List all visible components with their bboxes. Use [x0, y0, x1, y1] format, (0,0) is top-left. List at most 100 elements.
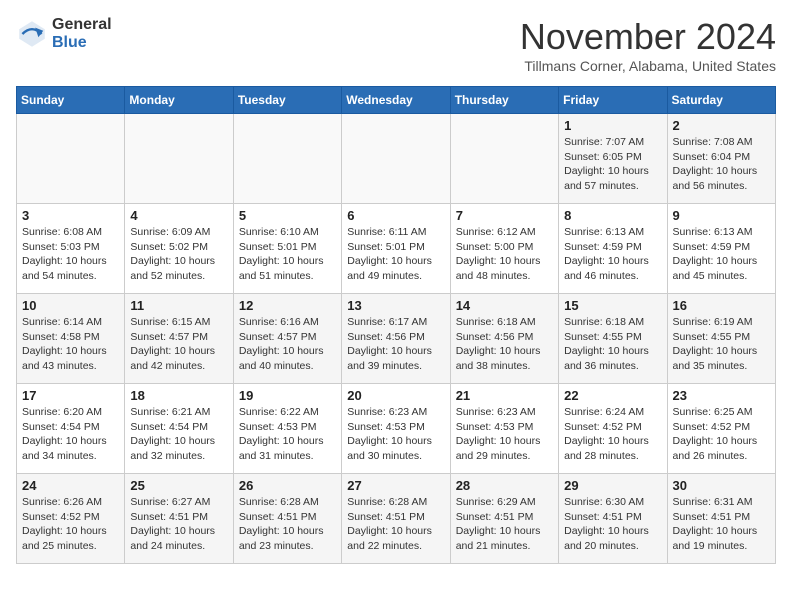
day-number: 4 — [130, 208, 227, 223]
day-info: Sunrise: 6:16 AM Sunset: 4:57 PM Dayligh… — [239, 315, 336, 374]
calendar-week-row: 3Sunrise: 6:08 AM Sunset: 5:03 PM Daylig… — [17, 204, 776, 294]
calendar-cell: 23 Sunrise: 6:25 AM Sunset: 4:52 PM Dayli… — [667, 384, 775, 474]
calendar-cell: 16Sunrise: 6:19 AM Sunset: 4:55 PM Dayli… — [667, 294, 775, 384]
logo-general: General — [52, 16, 112, 34]
day-number: 11 — [130, 298, 227, 313]
day-info: Sunrise: 6:17 AM Sunset: 4:56 PM Dayligh… — [347, 315, 444, 374]
day-number: 5 — [239, 208, 336, 223]
day-info: Sunrise: 6:24 AM Sunset: 4:52 PM Dayligh… — [564, 405, 661, 464]
day-info: Sunrise: 7:08 AM Sunset: 6:04 PM Dayligh… — [673, 135, 770, 194]
day-info: Sunrise: 6:18 AM Sunset: 4:56 PM Dayligh… — [456, 315, 553, 374]
day-number: 6 — [347, 208, 444, 223]
day-number: 25 — [130, 478, 227, 493]
calendar-cell: 2Sunrise: 7:08 AM Sunset: 6:04 PM Daylig… — [667, 114, 775, 204]
day-info: Sunrise: 6:21 AM Sunset: 4:54 PM Dayligh… — [130, 405, 227, 464]
day-info: Sunrise: 6:27 AM Sunset: 4:51 PM Dayligh… — [130, 495, 227, 554]
weekday-header: Tuesday — [233, 87, 341, 114]
day-number: 30 — [673, 478, 770, 493]
calendar-cell: 26Sunrise: 6:28 AM Sunset: 4:51 PM Dayli… — [233, 474, 341, 564]
logo-text: General Blue — [52, 16, 112, 51]
day-number: 15 — [564, 298, 661, 313]
day-info: Sunrise: 6:10 AM Sunset: 5:01 PM Dayligh… — [239, 225, 336, 284]
day-number: 13 — [347, 298, 444, 313]
day-number: 8 — [564, 208, 661, 223]
calendar-cell: 12 Sunrise: 6:16 AM Sunset: 4:57 PM Dayli… — [233, 294, 341, 384]
day-info: Sunrise: 6:26 AM Sunset: 4:52 PM Dayligh… — [22, 495, 119, 554]
day-number: 1 — [564, 118, 661, 133]
weekday-row: SundayMondayTuesdayWednesdayThursdayFrid… — [17, 87, 776, 114]
day-number: 29 — [564, 478, 661, 493]
calendar-cell — [125, 114, 233, 204]
calendar-cell: 18 Sunrise: 6:21 AM Sunset: 4:54 PM Dayli… — [125, 384, 233, 474]
day-info: Sunrise: 6:30 AM Sunset: 4:51 PM Dayligh… — [564, 495, 661, 554]
calendar-cell: 24 Sunrise: 6:26 AM Sunset: 4:52 PM Dayli… — [17, 474, 125, 564]
logo-icon — [16, 18, 48, 50]
calendar-cell: 14Sunrise: 6:18 AM Sunset: 4:56 PM Dayli… — [450, 294, 558, 384]
day-number: 22 — [564, 388, 661, 403]
calendar-cell: 13 Sunrise: 6:17 AM Sunset: 4:56 PM Dayli… — [342, 294, 450, 384]
calendar-cell: 28 Sunrise: 6:29 AM Sunset: 4:51 PM Dayli… — [450, 474, 558, 564]
day-info: Sunrise: 6:14 AM Sunset: 4:58 PM Dayligh… — [22, 315, 119, 374]
day-number: 21 — [456, 388, 553, 403]
calendar-cell: 9 Sunrise: 6:13 AM Sunset: 4:59 PM Daylig… — [667, 204, 775, 294]
logo-blue: Blue — [52, 34, 112, 52]
calendar-cell: 27Sunrise: 6:28 AM Sunset: 4:51 PM Dayli… — [342, 474, 450, 564]
calendar-cell — [233, 114, 341, 204]
day-number: 9 — [673, 208, 770, 223]
day-info: Sunrise: 6:18 AM Sunset: 4:55 PM Dayligh… — [564, 315, 661, 374]
calendar-cell: 29 Sunrise: 6:30 AM Sunset: 4:51 PM Dayli… — [559, 474, 667, 564]
calendar-cell: 15 Sunrise: 6:18 AM Sunset: 4:55 PM Dayli… — [559, 294, 667, 384]
day-number: 23 — [673, 388, 770, 403]
day-number: 17 — [22, 388, 119, 403]
day-number: 27 — [347, 478, 444, 493]
calendar-cell: 20Sunrise: 6:23 AM Sunset: 4:53 PM Dayli… — [342, 384, 450, 474]
day-info: Sunrise: 6:31 AM Sunset: 4:51 PM Dayligh… — [673, 495, 770, 554]
location: Tillmans Corner, Alabama, United States — [520, 58, 776, 74]
calendar-table: SundayMondayTuesdayWednesdayThursdayFrid… — [16, 86, 776, 564]
day-number: 28 — [456, 478, 553, 493]
day-info: Sunrise: 6:23 AM Sunset: 4:53 PM Dayligh… — [456, 405, 553, 464]
day-info: Sunrise: 6:22 AM Sunset: 4:53 PM Dayligh… — [239, 405, 336, 464]
calendar-week-row: 17Sunrise: 6:20 AM Sunset: 4:54 PM Dayli… — [17, 384, 776, 474]
day-info: Sunrise: 6:12 AM Sunset: 5:00 PM Dayligh… — [456, 225, 553, 284]
day-info: Sunrise: 6:15 AM Sunset: 4:57 PM Dayligh… — [130, 315, 227, 374]
calendar-cell: 7 Sunrise: 6:12 AM Sunset: 5:00 PM Daylig… — [450, 204, 558, 294]
calendar-cell: 30 Sunrise: 6:31 AM Sunset: 4:51 PM Dayli… — [667, 474, 775, 564]
calendar-cell: 22 Sunrise: 6:24 AM Sunset: 4:52 PM Dayli… — [559, 384, 667, 474]
day-info: Sunrise: 7:07 AM Sunset: 6:05 PM Dayligh… — [564, 135, 661, 194]
day-number: 18 — [130, 388, 227, 403]
day-number: 3 — [22, 208, 119, 223]
calendar-cell: 1 Sunrise: 7:07 AM Sunset: 6:05 PM Daylig… — [559, 114, 667, 204]
calendar-cell: 8Sunrise: 6:13 AM Sunset: 4:59 PM Daylig… — [559, 204, 667, 294]
weekday-header: Saturday — [667, 87, 775, 114]
weekday-header: Thursday — [450, 87, 558, 114]
calendar-cell: 17Sunrise: 6:20 AM Sunset: 4:54 PM Dayli… — [17, 384, 125, 474]
day-number: 10 — [22, 298, 119, 313]
weekday-header: Sunday — [17, 87, 125, 114]
calendar-body: 1 Sunrise: 7:07 AM Sunset: 6:05 PM Daylig… — [17, 114, 776, 564]
day-info: Sunrise: 6:13 AM Sunset: 4:59 PM Dayligh… — [673, 225, 770, 284]
day-info: Sunrise: 6:11 AM Sunset: 5:01 PM Dayligh… — [347, 225, 444, 284]
calendar-cell: 3Sunrise: 6:08 AM Sunset: 5:03 PM Daylig… — [17, 204, 125, 294]
weekday-header: Monday — [125, 87, 233, 114]
calendar-week-row: 1 Sunrise: 7:07 AM Sunset: 6:05 PM Daylig… — [17, 114, 776, 204]
calendar-cell — [450, 114, 558, 204]
day-number: 19 — [239, 388, 336, 403]
day-number: 24 — [22, 478, 119, 493]
day-number: 12 — [239, 298, 336, 313]
calendar-cell: 11 Sunrise: 6:15 AM Sunset: 4:57 PM Dayli… — [125, 294, 233, 384]
day-info: Sunrise: 6:25 AM Sunset: 4:52 PM Dayligh… — [673, 405, 770, 464]
calendar-week-row: 10 Sunrise: 6:14 AM Sunset: 4:58 PM Dayli… — [17, 294, 776, 384]
day-info: Sunrise: 6:09 AM Sunset: 5:02 PM Dayligh… — [130, 225, 227, 284]
weekday-header: Wednesday — [342, 87, 450, 114]
day-info: Sunrise: 6:23 AM Sunset: 4:53 PM Dayligh… — [347, 405, 444, 464]
calendar-cell: 21 Sunrise: 6:23 AM Sunset: 4:53 PM Dayli… — [450, 384, 558, 474]
day-number: 7 — [456, 208, 553, 223]
day-info: Sunrise: 6:29 AM Sunset: 4:51 PM Dayligh… — [456, 495, 553, 554]
month-title: November 2024 — [520, 16, 776, 58]
weekday-header: Friday — [559, 87, 667, 114]
calendar-cell: 5 Sunrise: 6:10 AM Sunset: 5:01 PM Daylig… — [233, 204, 341, 294]
calendar-week-row: 24 Sunrise: 6:26 AM Sunset: 4:52 PM Dayli… — [17, 474, 776, 564]
day-number: 26 — [239, 478, 336, 493]
calendar-cell: 4 Sunrise: 6:09 AM Sunset: 5:02 PM Daylig… — [125, 204, 233, 294]
